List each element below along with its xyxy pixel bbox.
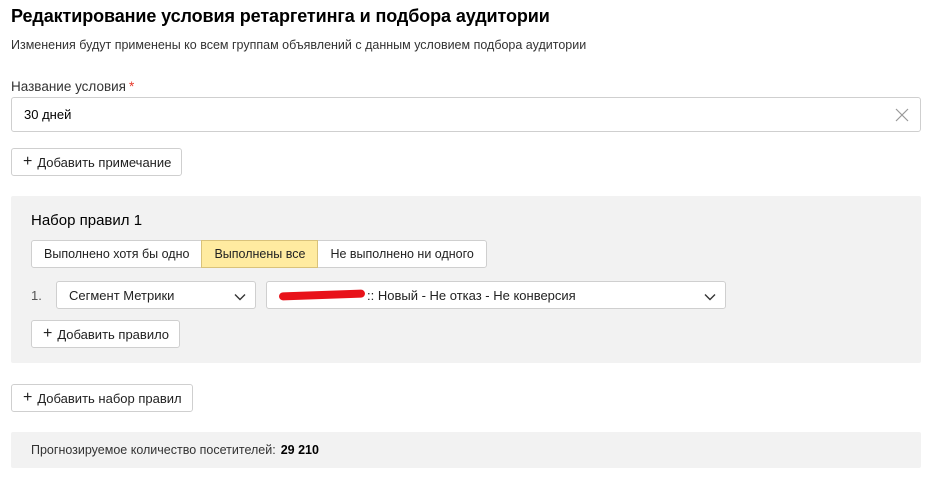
add-rule-set-label: Добавить набор правил	[37, 390, 182, 406]
plus-icon: +	[23, 153, 33, 170]
match-option-none[interactable]: Не выполнено ни одного	[317, 240, 487, 268]
plus-icon: +	[23, 389, 33, 406]
rule-set-panel: Набор правил 1 Выполнено хотя бы одно Вы…	[11, 196, 921, 363]
forecast-bar: Прогнозируемое количество посетителей: 2…	[11, 432, 921, 468]
match-mode-selector: Выполнено хотя бы одно Выполнены все Не …	[31, 240, 487, 268]
match-option-all[interactable]: Выполнены все	[201, 240, 319, 268]
add-rule-button[interactable]: + Добавить правило	[31, 320, 181, 348]
chevron-down-icon	[234, 290, 246, 301]
forecast-label: Прогнозируемое количество посетителей:	[31, 443, 276, 457]
plus-icon: +	[43, 325, 53, 342]
page-title: Редактирование условия ретаргетинга и по…	[11, 6, 550, 26]
rule-number: 1.	[31, 288, 42, 303]
add-rule-set-button[interactable]: + Добавить набор правил	[11, 384, 193, 412]
chevron-down-icon	[704, 290, 716, 301]
close-icon[interactable]	[894, 107, 910, 123]
condition-name-label: Название условия *	[11, 79, 134, 94]
required-mark: *	[129, 79, 135, 94]
redaction-mark	[278, 289, 366, 301]
add-note-label: Добавить примечание	[37, 154, 172, 170]
segment-value: :: Новый - Не отказ - Не конверсия	[367, 287, 576, 303]
condition-name-label-text: Название условия	[11, 79, 126, 94]
rule-type-select[interactable]: Сегмент Метрики	[56, 281, 256, 309]
rule-set-title: Набор правил 1	[31, 212, 143, 229]
add-note-button[interactable]: + Добавить примечание	[11, 148, 183, 176]
condition-name-field[interactable]	[11, 97, 921, 132]
page-subtitle: Изменения будут применены ко всем группа…	[11, 38, 587, 52]
forecast-value: 29 210	[280, 443, 319, 457]
add-rule-label: Добавить правило	[57, 326, 170, 342]
condition-name-input[interactable]	[24, 98, 884, 131]
match-option-any[interactable]: Выполнено хотя бы одно	[31, 240, 203, 268]
segment-select[interactable]: :: Новый - Не отказ - Не конверсия	[266, 281, 726, 309]
rule-type-value: Сегмент Метрики	[69, 287, 175, 303]
